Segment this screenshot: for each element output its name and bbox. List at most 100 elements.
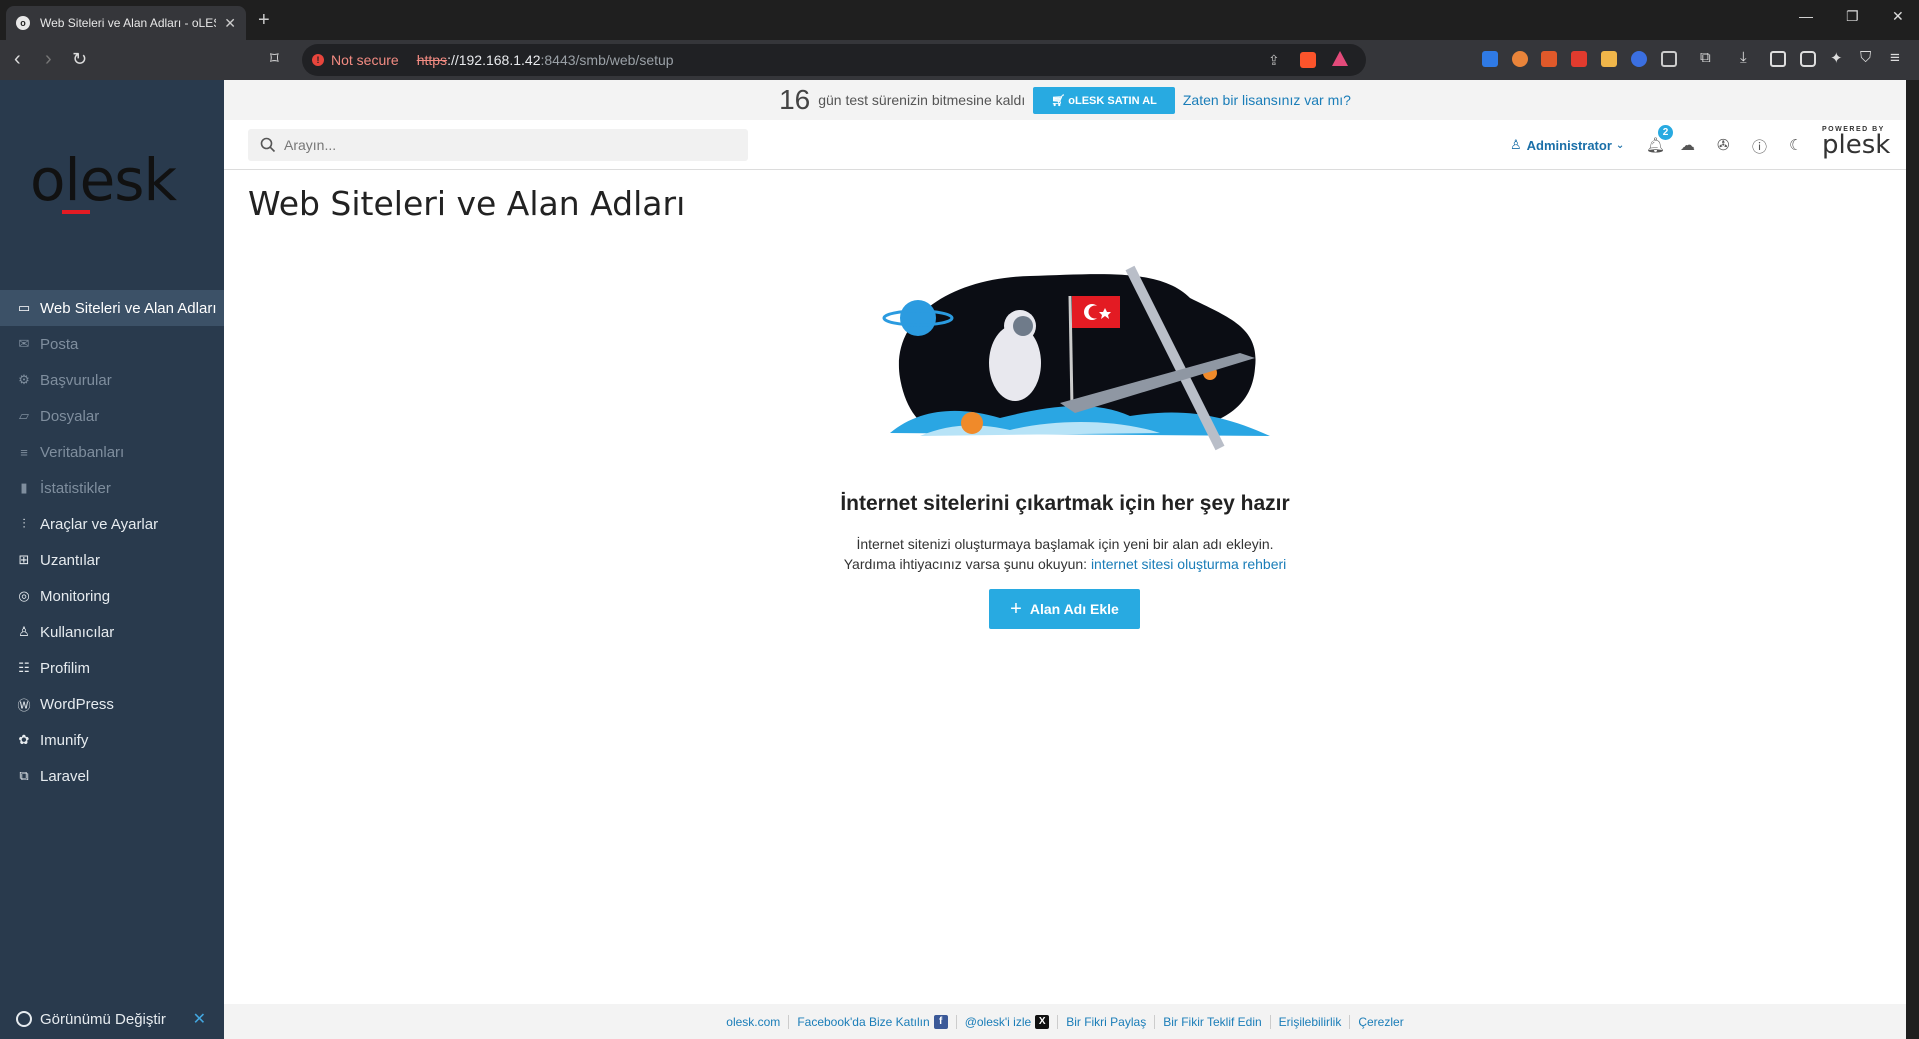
- sidebar-item-monitoring[interactable]: ◎ Monitoring: [0, 578, 224, 614]
- leo-ai-icon[interactable]: ✦: [1830, 49, 1846, 67]
- trial-text: gün test sürenizin bitmesine kaldı: [818, 92, 1026, 108]
- trial-banner: 16 gün test sürenizin bitmesine kaldı 🛒︎…: [224, 80, 1906, 120]
- empty-line-2-text: Yardıma ihtiyacınız varsa şunu okuyun:: [843, 556, 1088, 572]
- sidebar-item-posta[interactable]: ✉ Posta: [0, 326, 224, 362]
- laravel-icon: ⧉: [19, 768, 29, 783]
- sidebar-item-label: Posta: [40, 335, 79, 353]
- puzzle-extensions-icon[interactable]: ⧉: [1700, 49, 1716, 66]
- sidebar-item-laravel[interactable]: ⧉ Laravel: [0, 758, 224, 794]
- brave-shields-icon[interactable]: [1300, 52, 1316, 68]
- back-icon[interactable]: ‹: [14, 48, 21, 70]
- extension-shield-icon[interactable]: [1482, 51, 1498, 67]
- notifications-badge: 2: [1658, 125, 1673, 140]
- url-scheme: https: [416, 52, 448, 68]
- browser-tabbar: o Web Siteleri ve Alan Adları - oLES ✕ +…: [0, 0, 1919, 40]
- url-path: :8443/smb/web/setup: [540, 52, 674, 68]
- sidebar-item-label: Laravel: [40, 767, 90, 785]
- add-domain-button[interactable]: + Alan Adı Ekle: [989, 589, 1140, 629]
- top-bar: ♙ Administrator ⌄ 🔔︎ 2 ☁ ✇ ⓘ ☾ POWERED B…: [224, 120, 1906, 170]
- database-icon: ≡: [20, 444, 28, 460]
- user-menu[interactable]: ♙ Administrator ⌄: [1510, 137, 1624, 153]
- sidebar-item-imunify[interactable]: ✿ Imunify: [0, 722, 224, 758]
- share-icon[interactable]: ⇪: [1268, 52, 1280, 69]
- new-tab-icon[interactable]: +: [258, 9, 270, 32]
- sidebar-item-dosyalar[interactable]: ▱ Dosyalar: [0, 398, 224, 434]
- user-icon: ♙: [18, 624, 30, 639]
- brave-rewards-icon[interactable]: [1332, 51, 1348, 66]
- search-input[interactable]: [284, 137, 724, 153]
- forward-icon[interactable]: ›: [45, 48, 52, 70]
- chevron-down-icon: ⌄: [1615, 139, 1625, 151]
- olesk-logo[interactable]: olesk: [30, 146, 177, 214]
- logo-accent: [62, 210, 90, 214]
- sidebar-item-label: Web Siteleri ve Alan Adları: [40, 299, 217, 317]
- close-view-switch-icon[interactable]: ✕: [193, 1009, 206, 1029]
- sliders-icon: ⫶: [22, 516, 26, 531]
- cart-icon: 🛒︎: [1051, 94, 1069, 107]
- footer-link-share-idea[interactable]: Bir Fikri Paylaş: [1058, 1014, 1156, 1029]
- plus-icon: +: [1010, 597, 1022, 620]
- close-window-icon[interactable]: ✕: [1892, 8, 1904, 25]
- address-bar[interactable]: ! Not secure https://192.168.1.42:8443/s…: [302, 44, 1366, 76]
- extension-fox-icon[interactable]: [1541, 51, 1557, 67]
- search-box[interactable]: [248, 129, 748, 161]
- extension-circle-icon[interactable]: [1631, 51, 1647, 67]
- reload-icon[interactable]: ↻: [72, 48, 87, 70]
- sidebar-item-label: Veritabanları: [40, 443, 125, 461]
- minimize-icon[interactable]: —: [1799, 8, 1813, 24]
- add-domain-label: Alan Adı Ekle: [1029, 601, 1119, 617]
- tab-title: Web Siteleri ve Alan Adları - oLES: [40, 16, 217, 30]
- site-guide-link[interactable]: internet sitesi oluşturma rehberi: [1091, 556, 1286, 572]
- powered-by-plesk: POWERED BY plesk: [1822, 126, 1892, 158]
- vpn-shield-icon[interactable]: ⛉: [1860, 49, 1876, 66]
- sidebar-item-label: Dosyalar: [40, 407, 100, 425]
- sidebar-item-ara-lar-ve-ayarlar[interactable]: ⫶ Araçlar ve Ayarlar: [0, 506, 224, 542]
- buy-license-button[interactable]: 🛒︎ oLESK SATIN AL: [1033, 86, 1175, 114]
- footer-x-label: @olesk'i izle: [964, 1014, 1032, 1029]
- footer-link-cookies[interactable]: Çerezler: [1350, 1015, 1411, 1029]
- browser-tab[interactable]: o Web Siteleri ve Alan Adları - oLES ✕: [6, 6, 246, 40]
- extension-percent-icon[interactable]: [1571, 51, 1587, 67]
- sidebar-item-label: Başvurular: [40, 371, 112, 389]
- user-label: Administrator: [1526, 137, 1612, 153]
- menu-icon[interactable]: ≡: [1890, 48, 1906, 67]
- wallet-icon[interactable]: [1800, 51, 1816, 67]
- security-label[interactable]: Not secure: [331, 52, 399, 68]
- footer-link-site[interactable]: olesk.com: [718, 1014, 790, 1029]
- footer-link-accessibility[interactable]: Erişilebilirlik: [1271, 1014, 1351, 1029]
- sidebar-item-ba-vurular[interactable]: ⚙ Başvurular: [0, 362, 224, 398]
- footer-link-facebook[interactable]: Facebook'da Bize Katılın f: [789, 1014, 957, 1029]
- sidebar-toggle-icon[interactable]: [1770, 51, 1786, 67]
- extension-box-icon[interactable]: [1661, 51, 1677, 67]
- favicon-icon: o: [16, 16, 30, 30]
- sidebar-item-web-siteleri-ve-alan-adlar[interactable]: ▭ Web Siteleri ve Alan Adları: [0, 290, 224, 326]
- close-tab-icon[interactable]: ✕: [224, 15, 236, 32]
- have-license-link[interactable]: Zaten bir lisansınız var mı?: [1183, 92, 1351, 108]
- extension-weather-icon[interactable]: [1601, 51, 1617, 67]
- sidebar-item-veritabanlar[interactable]: ≡ Veritabanları: [0, 434, 224, 470]
- feedback-icon[interactable]: ✇: [1717, 136, 1730, 154]
- download-icon[interactable]: ⤓: [1740, 49, 1756, 66]
- sidebar-item-kullan-c-lar[interactable]: ♙ Kullanıcılar: [0, 614, 224, 650]
- view-switch[interactable]: Görünümü Değiştir ✕: [0, 999, 224, 1039]
- extensions-icon: ⊞: [18, 552, 30, 567]
- footer-link-x[interactable]: @olesk'i izle X: [957, 1014, 1059, 1029]
- extension-cookie-icon[interactable]: [1512, 51, 1528, 67]
- sidebar-item-label: Araçlar ve Ayarlar: [40, 515, 159, 533]
- compass-icon: [16, 1011, 32, 1027]
- search-icon: [260, 137, 276, 153]
- sidebar-item-wordpress[interactable]: Ⓦ WordPress: [0, 686, 224, 722]
- dark-mode-icon[interactable]: ☾: [1789, 136, 1802, 154]
- cloud-icon[interactable]: ☁: [1680, 136, 1695, 154]
- footer-link-suggest-idea[interactable]: Bir Fikir Teklif Edin: [1155, 1014, 1271, 1029]
- restore-icon[interactable]: ❐: [1846, 8, 1859, 25]
- bar-chart-icon: ▮: [20, 480, 28, 495]
- empty-line-2: Yardıma ihtiyacınız varsa şunu okuyun: i…: [224, 554, 1906, 574]
- bookmark-icon[interactable]: ⌑: [270, 48, 279, 70]
- sidebar-item-i-statistikler[interactable]: ▮ İstatistikler: [0, 470, 224, 506]
- sidebar-item-profilim[interactable]: ☷ Profilim: [0, 650, 224, 686]
- mail-icon: ✉: [18, 336, 30, 351]
- sidebar-item-label: WordPress: [40, 695, 114, 713]
- sidebar-item-uzant-lar[interactable]: ⊞ Uzantılar: [0, 542, 224, 578]
- help-icon[interactable]: ⓘ: [1752, 136, 1767, 157]
